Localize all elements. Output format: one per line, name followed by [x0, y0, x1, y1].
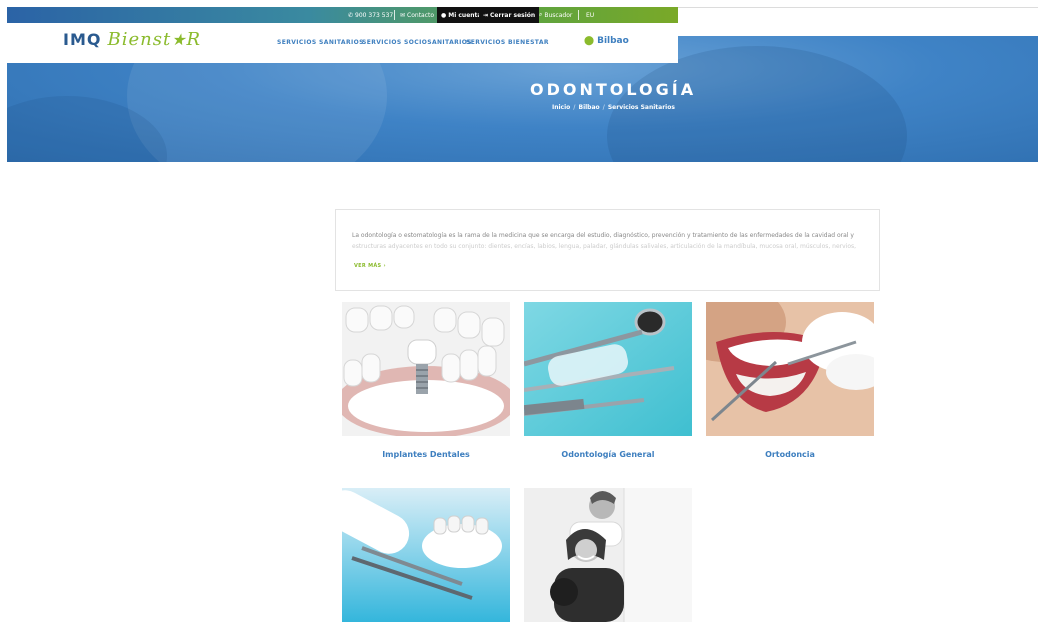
logout-link[interactable]: ⇥ Cerrar sesión	[479, 7, 540, 23]
breadcrumb-current[interactable]: Servicios Sanitarios	[608, 104, 675, 111]
logout-icon: ⇥	[483, 11, 489, 19]
site-logo[interactable]: IMQ Bienst★R	[63, 29, 201, 50]
family-image	[524, 488, 692, 622]
language-label: EU	[586, 11, 595, 19]
logo-bienstar-part: Bienst	[107, 29, 172, 50]
implant-image	[342, 302, 510, 436]
city-label: Bilbao	[597, 36, 629, 46]
contact-link[interactable]: ✉ Contacto	[400, 7, 434, 23]
intro-box: La odontología o estomatología es la ram…	[335, 209, 880, 291]
top-border-line	[678, 7, 1038, 8]
search-icon: ⌕	[539, 11, 543, 18]
logo-imq-text: IMQ	[63, 30, 102, 49]
dental-tools-image	[524, 302, 692, 436]
smile-image	[706, 302, 874, 436]
breadcrumb-separator: /	[573, 104, 576, 111]
breadcrumb: Inicio / Bilbao / Servicios Sanitarios	[552, 104, 675, 111]
phone-link[interactable]: ✆ 900 373 537	[348, 7, 393, 23]
read-more-link[interactable]: VER MÁS ›	[354, 263, 386, 269]
breadcrumb-home[interactable]: Inicio	[552, 104, 570, 111]
dental-prosthesis-image	[342, 488, 510, 622]
service-title[interactable]: Implantes Dentales	[342, 450, 510, 459]
service-title[interactable]: Odontología General	[524, 450, 692, 459]
intro-text: La odontología o estomatología es la ram…	[352, 230, 867, 252]
page-title: ODONTOLOGÍA	[530, 80, 697, 99]
logo-bienstar-end: R	[186, 29, 202, 50]
language-link[interactable]: EU	[586, 7, 594, 23]
phone-number: 900 373 537	[355, 11, 394, 19]
user-icon: ●	[441, 11, 447, 19]
city-selector[interactable]: ⬤ Bilbao	[584, 36, 629, 46]
search-link[interactable]: ⌕ Buscador	[539, 7, 572, 23]
logout-label: Cerrar sesión	[490, 11, 536, 19]
logo-bienstar-text: Bienst★R	[107, 29, 201, 50]
my-account-label: Mi cuenta	[448, 11, 482, 19]
nav-servicios-sanitarios[interactable]: SERVICIOS SANITARIOS	[277, 39, 364, 46]
main-header: IMQ Bienst★R SERVICIOS SANITARIOS SERVIC…	[7, 23, 678, 63]
breadcrumb-separator: /	[602, 104, 605, 111]
nav-servicios-sociosanitarios[interactable]: SERVICIOS SOCIOSANITARIOS	[362, 39, 472, 46]
nav-servicios-bienestar[interactable]: SERVICIOS BIENESTAR	[466, 39, 549, 46]
service-title[interactable]: Ortodoncia	[706, 450, 874, 459]
top-utility-bar: ✆ 900 373 537 ✉ Contacto ● Mi cuenta ⇥ C…	[7, 7, 678, 23]
search-label: Buscador	[544, 11, 573, 19]
intro-line: La odontología o estomatología es la ram…	[352, 232, 854, 239]
intro-line: estructuras adyacentes en todo su conjun…	[352, 243, 857, 250]
phone-icon: ✆	[348, 11, 354, 19]
divider	[394, 10, 395, 20]
divider	[578, 10, 579, 20]
location-pin-icon: ⬤	[584, 36, 595, 46]
breadcrumb-city[interactable]: Bilbao	[579, 104, 600, 111]
mail-icon: ✉	[400, 11, 406, 19]
logo-star-icon: ★	[171, 30, 187, 49]
contact-label: Contacto	[407, 11, 435, 19]
